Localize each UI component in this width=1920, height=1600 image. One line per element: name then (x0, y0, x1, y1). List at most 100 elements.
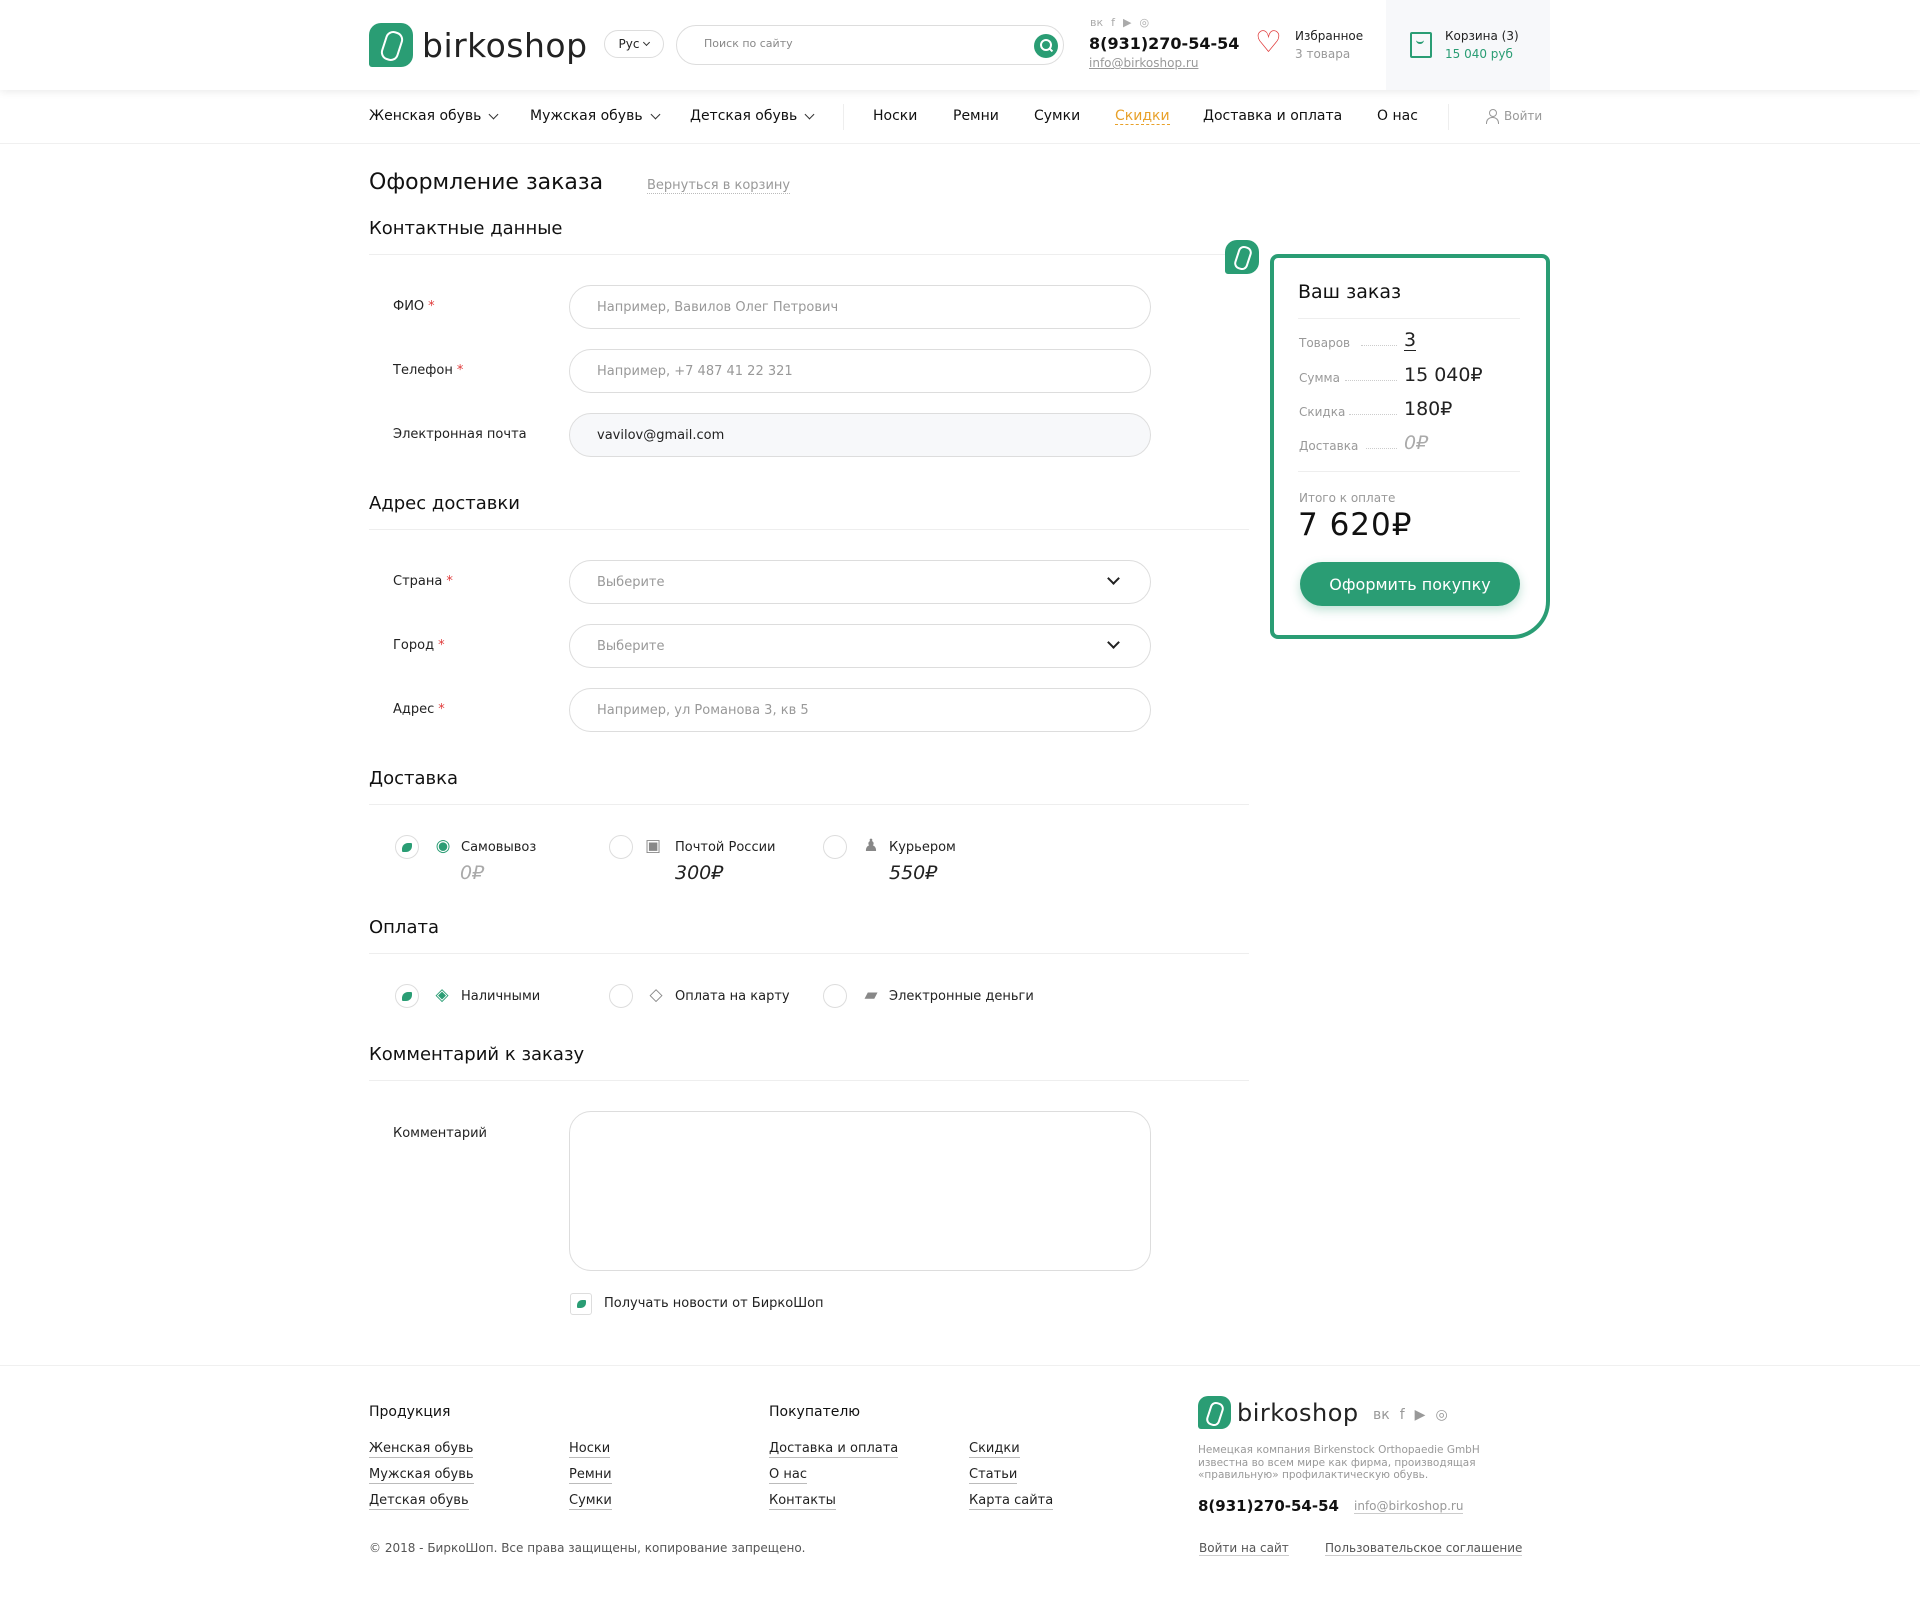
vk-icon[interactable]: вк (1090, 16, 1103, 29)
logo[interactable]: birkoshop (369, 23, 588, 67)
nav-item-about[interactable]: О нас (1377, 108, 1418, 124)
delivery-title: Доставка (369, 768, 458, 789)
delivery-label-pickup[interactable]: Самовывоз (461, 840, 536, 855)
checkout-button[interactable]: Оформить покупку (1300, 562, 1520, 606)
footer-link[interactable]: Детская обувь (369, 1493, 469, 1510)
favorites[interactable]: ♡ Избранное 3 товара (1255, 28, 1364, 62)
nav-item-discounts[interactable]: Скидки (1115, 108, 1170, 125)
phone-field[interactable] (569, 349, 1151, 393)
delivery-radio-pickup[interactable] (395, 835, 419, 859)
footer-link[interactable]: О нас (769, 1467, 807, 1484)
cart-label: Корзина (3) (1445, 29, 1519, 43)
footer-email[interactable]: info@birkoshop.ru (1354, 1499, 1464, 1514)
language-select[interactable]: Рус (604, 30, 664, 58)
nav-item-men[interactable]: Мужская обувь (530, 108, 661, 124)
chevron-down-icon (1107, 572, 1120, 585)
nav-item-belts[interactable]: Ремни (953, 108, 999, 124)
instagram-icon[interactable]: ◎ (1435, 1407, 1447, 1423)
page-title: Оформление заказа (369, 170, 604, 195)
delivery-label-courier[interactable]: Курьером (889, 840, 956, 855)
footer-agreement-link[interactable]: Пользовательское соглашение (1325, 1541, 1523, 1556)
login-link[interactable]: Войти (1486, 109, 1542, 124)
section-divider (369, 804, 1249, 805)
required-mark: * (428, 299, 435, 314)
dotted-leader (1361, 345, 1397, 346)
footer-link[interactable]: Носки (569, 1441, 611, 1458)
name-field[interactable] (569, 285, 1151, 329)
footer-link[interactable]: Скидки (969, 1441, 1020, 1458)
payment-radio-emoney[interactable] (823, 984, 847, 1008)
footer-link[interactable]: Контакты (769, 1493, 836, 1510)
footer-logo-text: birkoshop (1237, 1398, 1359, 1427)
youtube-icon[interactable]: ▶ (1123, 16, 1131, 29)
header-email[interactable]: info@birkoshop.ru (1089, 56, 1198, 70)
country-label: Страна * (393, 574, 453, 589)
favorites-label: Избранное (1295, 29, 1364, 43)
city-select[interactable]: Выберите (569, 624, 1151, 668)
section-divider (369, 953, 1249, 954)
footer-link[interactable]: Женская обувь (369, 1441, 474, 1458)
phone-label: Телефон * (393, 363, 463, 378)
back-to-cart-link[interactable]: Вернуться в корзину (647, 178, 791, 194)
required-mark: * (438, 638, 445, 653)
address-label-text: Адрес (393, 702, 435, 717)
search-input[interactable] (704, 37, 1004, 50)
footer-phone[interactable]: 8(931)270-54-54 (1198, 1497, 1339, 1515)
city-label: Город * (393, 638, 445, 653)
footer-link[interactable]: Ремни (569, 1467, 612, 1484)
footer-link[interactable]: Статьи (969, 1467, 1018, 1484)
delivery-radio-post[interactable] (609, 835, 633, 859)
youtube-icon[interactable]: ▶ (1415, 1407, 1426, 1423)
dotted-leader (1349, 414, 1397, 415)
footer-description: Немецкая компания Birkenstock Orthopaedi… (1198, 1444, 1480, 1481)
footer-link[interactable]: Карта сайта (969, 1493, 1054, 1510)
footer-login-link[interactable]: Войти на сайт (1199, 1541, 1289, 1556)
order-delivery-label: Доставка (1299, 439, 1359, 453)
email-field[interactable] (569, 413, 1151, 457)
header-phone[interactable]: 8(931)270-54-54 (1089, 34, 1239, 53)
payment-radio-cash[interactable] (395, 984, 419, 1008)
footer-link[interactable]: Сумки (569, 1493, 612, 1510)
payment-label-card[interactable]: Оплата на карту (675, 989, 790, 1004)
logo-icon (369, 23, 413, 67)
nav-label: Носки (873, 108, 918, 124)
delivery-radio-courier[interactable] (823, 835, 847, 859)
delivery-price-pickup: 0₽ (460, 862, 485, 884)
footer-link[interactable]: Доставка и оплата (769, 1441, 899, 1458)
nav-item-women[interactable]: Женская обувь (369, 108, 499, 124)
site-footer (0, 1365, 1920, 1600)
footer-link[interactable]: Мужская обувь (369, 1467, 474, 1484)
nav-item-delivery[interactable]: Доставка и оплата (1203, 108, 1342, 124)
order-discount-label: Скидка (1299, 405, 1346, 419)
comment-textarea[interactable] (569, 1111, 1151, 1271)
nav-label: Доставка и оплата (1203, 108, 1343, 124)
vk-icon[interactable]: вк (1373, 1407, 1390, 1423)
delivery-label-post[interactable]: Почтой России (675, 840, 776, 855)
cash-icon: ◈ (435, 985, 449, 1005)
nav-item-bags[interactable]: Сумки (1034, 108, 1080, 124)
payment-label-emoney[interactable]: Электронные деньги (889, 989, 1034, 1004)
cart[interactable]: Корзина (3) 15 040 руб (1386, 0, 1550, 90)
instagram-icon[interactable]: ◎ (1139, 16, 1149, 29)
footer-logo[interactable]: birkoshop (1198, 1396, 1359, 1429)
name-label-text: ФИО (393, 299, 425, 314)
payment-radio-card[interactable] (609, 984, 633, 1008)
address-title: Адрес доставки (369, 493, 520, 514)
nav-item-socks[interactable]: Носки (873, 108, 917, 124)
payment-label-cash[interactable]: Наличными (461, 989, 540, 1004)
required-mark: * (456, 363, 464, 378)
delivery-price-post: 300₽ (675, 862, 724, 884)
courier-icon: ♟ (863, 836, 879, 856)
newsletter-label[interactable]: Получать новости от БиркоШоп (604, 1296, 824, 1311)
search-icon[interactable] (1034, 34, 1058, 58)
facebook-icon[interactable]: f (1111, 16, 1115, 29)
nav-item-kids[interactable]: Детская обувь (690, 108, 815, 124)
country-select[interactable]: Выберите (569, 560, 1151, 604)
order-discount-value: 180₽ (1404, 398, 1453, 420)
cart-total: 15 040 руб (1445, 47, 1513, 61)
address-field[interactable] (569, 688, 1151, 732)
facebook-icon[interactable]: f (1400, 1407, 1405, 1423)
footer-socials: вк f ▶ ◎ (1373, 1407, 1448, 1423)
newsletter-checkbox[interactable] (570, 1293, 592, 1315)
russian-post-icon: ▣ (644, 836, 662, 856)
